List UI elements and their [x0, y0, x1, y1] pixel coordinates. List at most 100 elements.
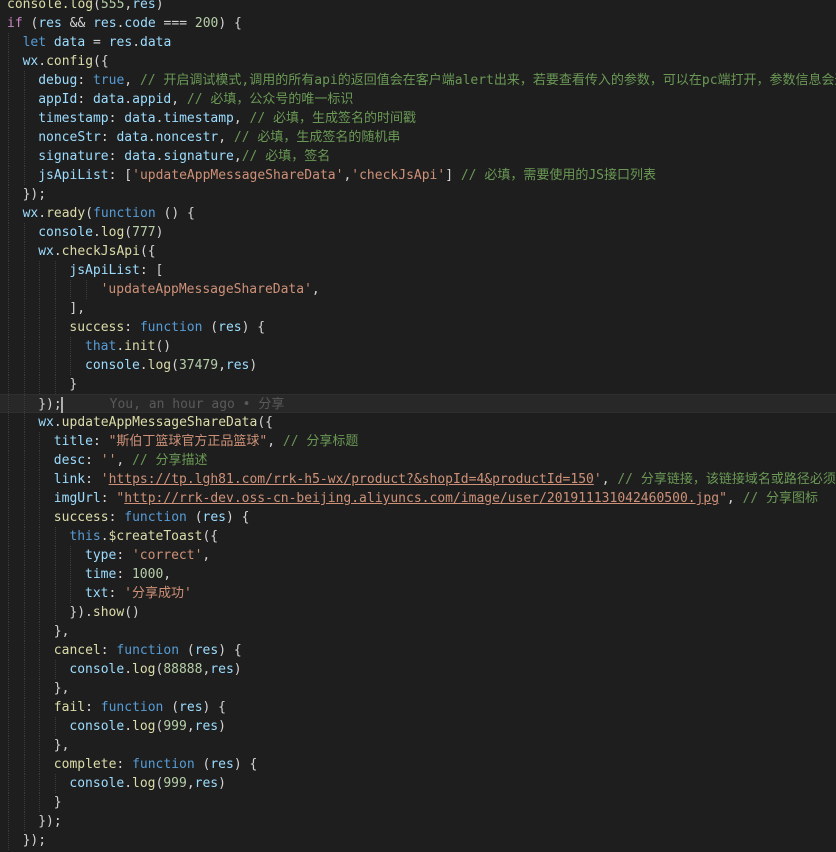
- indent-guide: [8, 793, 10, 812]
- code-line[interactable]: wx.config({: [0, 52, 836, 71]
- code-token: (): [155, 339, 172, 354]
- indent-guide: [39, 261, 41, 280]
- code-line[interactable]: cancel: function (res) {: [0, 641, 836, 660]
- indent-guide: [86, 280, 88, 299]
- code-text: time: 1000,: [85, 565, 171, 584]
- code-token: &&: [61, 16, 94, 31]
- code-line[interactable]: txt: '分享成功': [0, 584, 836, 603]
- code-token: res: [210, 662, 234, 677]
- code-token: ,: [267, 434, 283, 449]
- code-line[interactable]: this.$createToast({: [0, 527, 836, 546]
- code-line[interactable]: });: [0, 812, 836, 831]
- code-token: .: [147, 130, 156, 145]
- code-line[interactable]: wx.ready(function () {: [0, 204, 836, 223]
- indent-guide: [54, 375, 57, 394]
- code-token: :: [108, 586, 125, 601]
- code-token: ,: [218, 130, 234, 145]
- code-token: (: [171, 358, 179, 373]
- code-line[interactable]: console.log(999,res): [0, 717, 836, 736]
- code-token: .: [139, 358, 148, 373]
- code-editor[interactable]: console.log(555,res) if (res && res.code …: [0, 0, 836, 852]
- code-link[interactable]: http://rrk-dev.oss-cn-beijing.aliyuncs.c…: [124, 491, 719, 506]
- code-token: res: [179, 700, 203, 715]
- code-line[interactable]: wx.checkJsApi({: [0, 242, 836, 261]
- code-line[interactable]: },: [0, 679, 836, 698]
- indent-guide: [23, 508, 26, 527]
- code-line[interactable]: if (res && res.code === 200) {: [0, 14, 836, 33]
- code-text: console.log(999,res): [69, 774, 226, 793]
- code-line[interactable]: title: "斯伯丁篮球官方正品篮球", // 分享标题: [0, 432, 836, 451]
- code-line[interactable]: type: 'correct',: [0, 546, 836, 565]
- code-line[interactable]: console.log(37479,res): [0, 356, 836, 375]
- code-text: nonceStr: data.noncestr, // 必填，生成签名的随机串: [38, 128, 400, 147]
- indent-guide: [8, 204, 10, 223]
- code-token: '': [100, 453, 117, 468]
- code-token: data: [116, 130, 148, 145]
- code-line[interactable]: success: function (res) {: [0, 508, 836, 527]
- code-line[interactable]: that.init(): [0, 337, 836, 356]
- code-line[interactable]: nonceStr: data.noncestr, // 必填，生成签名的随机串: [0, 128, 836, 147]
- code-line[interactable]: });: [0, 831, 836, 850]
- code-token: :: [100, 130, 117, 145]
- code-text: }: [69, 375, 77, 394]
- code-token: ) {: [218, 16, 242, 31]
- code-line[interactable]: }); You, an hour ago • 分享: [0, 394, 836, 414]
- code-line[interactable]: debug: true, // 开启调试模式,调用的所有api的返回值会在客户端…: [0, 71, 836, 90]
- code-line[interactable]: timestamp: data.timestamp, // 必填，生成签名的时间…: [0, 109, 836, 128]
- code-link[interactable]: https://tp.lgh81.com/rrk-h5-wx/product?&…: [109, 472, 594, 487]
- code-token: res: [132, 0, 156, 12]
- code-token: console.log: [7, 0, 94, 12]
- code-line[interactable]: desc: '', // 分享描述: [0, 451, 836, 470]
- code-line[interactable]: console.log(777): [0, 223, 836, 242]
- code-line[interactable]: wx.updateAppMessageShareData({: [0, 413, 836, 432]
- code-token: console: [69, 662, 125, 677]
- code-text: complete: function (res) {: [54, 755, 258, 774]
- code-token: res: [194, 719, 219, 734]
- code-line[interactable]: }: [0, 793, 836, 812]
- indent-guide: [23, 337, 26, 356]
- code-token: noncestr: [155, 130, 219, 145]
- indent-guide: [23, 812, 26, 831]
- code-line[interactable]: ],: [0, 299, 836, 318]
- code-line[interactable]: link: 'https://tp.lgh81.com/rrk-h5-wx/pr…: [0, 470, 836, 489]
- indent-guide: [8, 641, 10, 660]
- code-line[interactable]: appId: data.appid, // 必填，公众号的唯一标识: [0, 90, 836, 109]
- code-line[interactable]: signature: data.signature,// 必填，签名: [0, 147, 836, 166]
- code-token: ): [155, 225, 164, 240]
- code-line[interactable]: });: [0, 185, 836, 204]
- code-token: init: [124, 339, 156, 354]
- code-token: true: [92, 73, 125, 88]
- code-line[interactable]: }: [0, 375, 836, 394]
- code-line[interactable]: time: 1000,: [0, 565, 836, 584]
- code-line[interactable]: console.log(555,res): [0, 0, 836, 14]
- code-token: 1000: [131, 567, 164, 582]
- indent-guide: [8, 812, 10, 831]
- indent-guide: [23, 660, 26, 679]
- code-line[interactable]: let data = res.data: [0, 33, 836, 52]
- code-text: }: [54, 793, 62, 812]
- code-line[interactable]: },: [0, 736, 836, 755]
- code-token: :: [116, 548, 132, 563]
- code-token: ,: [186, 776, 195, 791]
- code-line[interactable]: success: function (res) {: [0, 318, 836, 337]
- code-text: console.log(37479,res): [85, 356, 257, 375]
- indent-guide: [39, 356, 41, 375]
- code-token: link: [53, 472, 86, 487]
- code-text: }); You, an hour ago • 分享: [38, 395, 284, 414]
- code-line[interactable]: }).show(): [0, 603, 836, 622]
- code-line[interactable]: console.log(88888,res): [0, 660, 836, 679]
- code-line[interactable]: jsApiList: [: [0, 261, 836, 280]
- code-token: (: [194, 757, 211, 772]
- indent-guide: [39, 527, 41, 546]
- code-line[interactable]: complete: function (res) {: [0, 755, 836, 774]
- code-line[interactable]: 'updateAppMessageShareData',: [0, 280, 836, 299]
- code-line[interactable]: },: [0, 622, 836, 641]
- code-line[interactable]: console.log(999,res): [0, 774, 836, 793]
- code-token: ): [218, 776, 226, 791]
- code-line[interactable]: fail: function (res) {: [0, 698, 836, 717]
- code-line[interactable]: jsApiList: ['updateAppMessageShareData',…: [0, 166, 836, 185]
- indent-guide: [39, 755, 41, 774]
- code-line[interactable]: imgUrl: "http://rrk-dev.oss-cn-beijing.a…: [0, 489, 836, 508]
- indent-guide: [39, 793, 41, 812]
- code-text: });: [38, 812, 61, 831]
